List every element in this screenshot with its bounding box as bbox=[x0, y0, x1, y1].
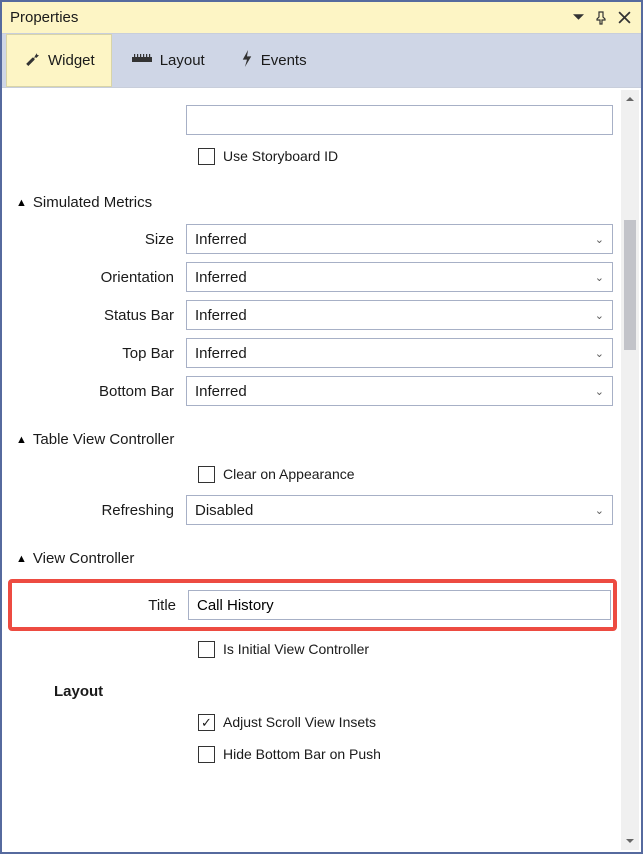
status-bar-select[interactable]: Inferred ⌄ bbox=[186, 300, 613, 330]
size-label: Size bbox=[12, 231, 186, 248]
status-bar-label: Status Bar bbox=[12, 307, 186, 324]
size-value: Inferred bbox=[195, 231, 247, 248]
top-bar-value: Inferred bbox=[195, 345, 247, 362]
panel-title: Properties bbox=[10, 9, 571, 26]
bottom-bar-value: Inferred bbox=[195, 383, 247, 400]
hide-bottom-checkbox[interactable]: Hide Bottom Bar on Push bbox=[198, 740, 613, 768]
scroll-thumb[interactable] bbox=[624, 220, 636, 350]
checkbox-icon bbox=[198, 148, 215, 165]
chevron-down-icon: ⌄ bbox=[595, 347, 604, 360]
top-bar-select[interactable]: Inferred ⌄ bbox=[186, 338, 613, 368]
refreshing-select[interactable]: Disabled ⌄ bbox=[186, 495, 613, 525]
checkbox-icon bbox=[198, 466, 215, 483]
collapse-icon: ▲ bbox=[16, 434, 27, 446]
panel-title-bar: Properties bbox=[2, 2, 641, 34]
chevron-down-icon: ⌄ bbox=[595, 309, 604, 322]
tab-layout-label: Layout bbox=[160, 52, 205, 69]
checkbox-checked-icon: ✓ bbox=[198, 714, 215, 731]
storyboard-id-input[interactable] bbox=[186, 105, 613, 135]
clear-on-appearance-checkbox[interactable]: Clear on Appearance bbox=[198, 460, 613, 488]
panel-controls bbox=[571, 9, 633, 27]
dropdown-icon[interactable] bbox=[571, 10, 586, 25]
use-storyboard-id-checkbox[interactable]: Use Storyboard ID bbox=[198, 142, 613, 170]
collapse-icon: ▲ bbox=[16, 197, 27, 209]
bottom-bar-select[interactable]: Inferred ⌄ bbox=[186, 376, 613, 406]
chevron-down-icon: ⌄ bbox=[595, 271, 604, 284]
pin-icon[interactable] bbox=[592, 9, 610, 27]
orientation-label: Orientation bbox=[12, 269, 186, 286]
collapse-icon: ▲ bbox=[16, 553, 27, 565]
title-field-highlight: Title bbox=[8, 579, 617, 631]
refreshing-value: Disabled bbox=[195, 502, 253, 519]
ruler-icon bbox=[132, 52, 152, 69]
size-select[interactable]: Inferred ⌄ bbox=[186, 224, 613, 254]
section-vc-label: View Controller bbox=[33, 550, 134, 567]
use-storyboard-id-label: Use Storyboard ID bbox=[223, 148, 338, 164]
tab-layout[interactable]: Layout bbox=[116, 34, 221, 87]
tab-events-label: Events bbox=[261, 52, 307, 69]
tab-widget-label: Widget bbox=[48, 52, 95, 69]
scroll-down-icon[interactable] bbox=[621, 832, 639, 850]
checkbox-icon bbox=[198, 641, 215, 658]
title-input[interactable] bbox=[188, 590, 611, 620]
section-simulated-metrics-label: Simulated Metrics bbox=[33, 194, 152, 211]
wrench-icon bbox=[23, 50, 40, 71]
adjust-scroll-label: Adjust Scroll View Insets bbox=[223, 714, 376, 730]
chevron-down-icon: ⌄ bbox=[595, 233, 604, 246]
tab-bar: Widget Layout Events bbox=[2, 34, 641, 88]
top-bar-label: Top Bar bbox=[12, 345, 186, 362]
orientation-value: Inferred bbox=[195, 269, 247, 286]
section-simulated-metrics[interactable]: ▲ Simulated Metrics bbox=[16, 194, 613, 211]
hide-bottom-label: Hide Bottom Bar on Push bbox=[223, 746, 381, 762]
is-initial-label: Is Initial View Controller bbox=[223, 641, 369, 657]
section-table-view-controller[interactable]: ▲ Table View Controller bbox=[16, 431, 613, 448]
tab-widget[interactable]: Widget bbox=[6, 34, 112, 87]
clear-on-appearance-label: Clear on Appearance bbox=[223, 466, 355, 482]
scroll-up-icon[interactable] bbox=[621, 90, 639, 108]
chevron-down-icon: ⌄ bbox=[595, 504, 604, 517]
orientation-select[interactable]: Inferred ⌄ bbox=[186, 262, 613, 292]
close-icon[interactable] bbox=[616, 9, 633, 26]
section-tvc-label: Table View Controller bbox=[33, 431, 174, 448]
is-initial-checkbox[interactable]: Is Initial View Controller bbox=[198, 635, 613, 663]
section-view-controller[interactable]: ▲ View Controller bbox=[16, 550, 613, 567]
title-label: Title bbox=[14, 597, 188, 614]
tab-events[interactable]: Events bbox=[225, 34, 323, 87]
checkbox-icon bbox=[198, 746, 215, 763]
layout-subheader: Layout bbox=[54, 683, 613, 700]
lightning-icon bbox=[241, 50, 253, 71]
refreshing-label: Refreshing bbox=[12, 502, 186, 519]
status-bar-value: Inferred bbox=[195, 307, 247, 324]
bottom-bar-label: Bottom Bar bbox=[12, 383, 186, 400]
adjust-scroll-checkbox[interactable]: ✓ Adjust Scroll View Insets bbox=[198, 708, 613, 736]
scrollbar[interactable] bbox=[621, 90, 639, 850]
chevron-down-icon: ⌄ bbox=[595, 385, 604, 398]
properties-content: Use Storyboard ID ▲ Simulated Metrics Si… bbox=[2, 88, 641, 782]
